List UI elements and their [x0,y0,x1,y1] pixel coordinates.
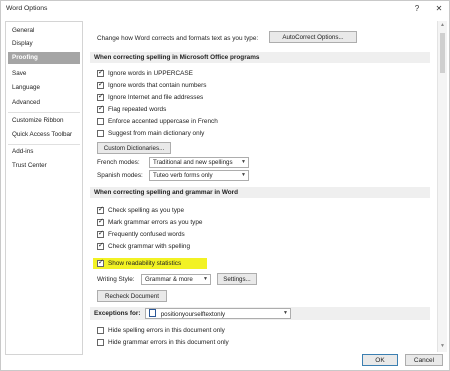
sidebar-item-proofing[interactable]: Proofing [8,52,80,64]
checkbox-label: Hide grammar errors in this document onl… [108,339,229,346]
chevron-down-icon: ▼ [241,159,246,165]
checkbox-box[interactable] [97,93,104,101]
french-modes-label: French modes: [97,159,140,166]
dropdown-value: Traditional and new spellings [153,159,233,166]
scroll-down-icon[interactable]: ▼ [439,343,446,350]
close-icon[interactable]: ✕ [433,3,445,15]
scrollbar-thumb[interactable] [440,33,445,73]
checkbox-label: Ignore Internet and file addresses [108,94,204,101]
title-bar: Word Options ? ✕ [1,1,449,17]
exceptions-label: Exceptions for: [94,310,141,317]
checkbox-box[interactable] [97,230,104,238]
checkbox-label: Hide spelling errors in this document on… [108,327,225,334]
chevron-down-icon: ▼ [283,310,288,316]
help-icon[interactable]: ? [411,3,423,15]
word-options-dialog: Word Options ? ✕ General Display Proofin… [0,0,450,371]
checkbox-box[interactable] [97,259,104,267]
checkbox-box[interactable] [97,130,104,137]
section-header-word-spelling-grammar: When correcting spelling and grammar in … [90,187,430,198]
checkbox-box[interactable] [97,81,104,89]
dropdown-value: Grammar & more [145,276,193,283]
sidebar-item-language[interactable]: Language [8,82,80,94]
spanish-modes-label: Spanish modes: [97,172,143,179]
checkbox-label: Check spelling as you type [108,207,185,214]
sidebar-item-general[interactable]: General [8,25,80,37]
checkbox-box[interactable] [97,118,104,125]
checkbox-box[interactable] [97,242,104,250]
custom-dictionaries-button[interactable]: Custom Dictionaries... [97,142,171,154]
checkbox-label: Flag repeated words [108,106,167,113]
sidebar-item-display[interactable]: Display [8,38,80,50]
checkbox-label: Show readability statistics [108,260,182,267]
recheck-document-button[interactable]: Recheck Document [97,290,167,302]
checkbox-label: Suggest from main dictionary only [108,130,205,137]
checkbox-label: Check grammar with spelling [108,243,191,250]
sidebar-item-trust-center[interactable]: Trust Center [8,160,80,172]
vertical-scrollbar[interactable]: ▲ ▼ [437,21,447,352]
checkbox-label: Ignore words that contain numbers [108,82,207,89]
chevron-down-icon: ▼ [241,172,246,178]
checkbox-box[interactable] [97,69,104,77]
checkbox-label: Frequently confused words [108,231,185,238]
exceptions-document-dropdown[interactable]: positionyourselftextonly ▼ [145,308,291,319]
spanish-modes-dropdown[interactable]: Tuteo verb forms only ▼ [149,170,249,181]
checkbox-box[interactable] [97,105,104,113]
dropdown-value: positionyourselftextonly [160,311,226,318]
writing-style-dropdown[interactable]: Grammar & more ▼ [141,274,211,285]
section-header-office-spelling: When correcting spelling in Microsoft Of… [90,52,430,63]
checkbox-box[interactable] [97,218,104,226]
sidebar-nav: General Display Proofing Save Language A… [5,21,83,355]
french-modes-dropdown[interactable]: Traditional and new spellings ▼ [149,157,249,168]
scroll-up-icon[interactable]: ▲ [439,22,446,29]
dialog-title: Word Options [6,5,48,12]
sidebar-item-quick-access-toolbar[interactable]: Quick Access Toolbar [8,129,80,141]
checkbox-label: Enforce accented uppercase in French [108,118,218,125]
checkbox-box[interactable] [97,206,104,214]
chevron-down-icon: ▼ [203,276,208,282]
sidebar-item-advanced[interactable]: Advanced [8,97,80,109]
checkbox-label: Ignore words in UPPERCASE [108,70,193,77]
writing-style-label: Writing Style: [97,276,135,283]
checkbox-label: Mark grammar errors as you type [108,219,203,226]
cancel-button[interactable]: Cancel [405,354,443,366]
sidebar-item-add-ins[interactable]: Add-ins [8,146,80,158]
sidebar-item-customize-ribbon[interactable]: Customize Ribbon [8,115,80,127]
settings-button[interactable]: Settings... [217,273,257,285]
checkbox-box[interactable] [97,327,104,334]
sidebar-divider [8,112,80,113]
ok-button[interactable]: OK [362,354,398,366]
dropdown-value: Tuteo verb forms only [153,172,213,179]
document-icon [149,309,156,317]
sidebar-item-save[interactable]: Save [8,68,80,80]
autocorrect-options-button[interactable]: AutoCorrect Options... [269,31,357,43]
proofing-panel: Change how Word corrects and formats tex… [85,21,437,352]
autocorrect-description: Change how Word corrects and formats tex… [97,35,259,42]
sidebar-divider [8,144,80,145]
checkbox-box[interactable] [97,339,104,346]
